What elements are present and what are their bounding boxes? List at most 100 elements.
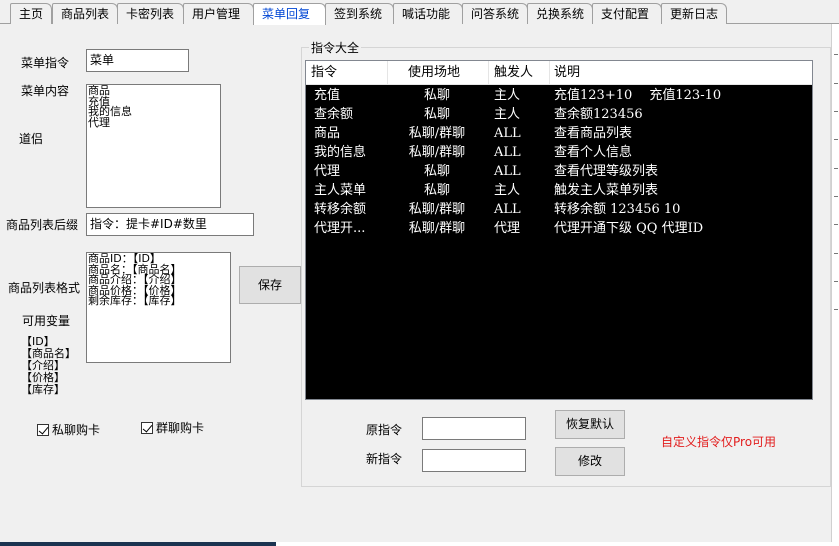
command-cell-who: ALL [494,126,521,141]
command-cell-cmd: 我的信息 [314,145,367,160]
command-cell-cmd: 转移余额 [314,202,367,217]
modify-button[interactable]: 修改 [555,447,625,476]
edge-mark [834,139,838,140]
command-cell-place: 私聊/群聊 [408,202,466,217]
command-row[interactable]: 代理开... 私聊/群聊 代理 代理开通下级 QQ 代理ID [306,219,812,238]
edge-mark [834,168,838,169]
command-row[interactable]: 代理 私聊 ALL 查看代理等级列表 [306,162,812,181]
tab-6[interactable]: 喊话功能 [393,3,463,24]
restore-default-button[interactable]: 恢复默认 [555,410,625,439]
edge-mark [834,111,838,112]
edge-mark [834,196,838,197]
command-cell-cmd: 代理开... [314,221,366,236]
commands-groupbox-title: 指令大全 [309,39,362,56]
menu-command-label: 菜单指令 [21,56,70,70]
edge-mark [834,253,838,254]
tab-3[interactable]: 用户管理 [183,3,254,24]
command-cell-place: 私聊/群聊 [408,145,466,160]
menu-content-textarea[interactable]: 商品 充值 我的信息 代理 [86,84,221,208]
command-cell-cmd: 商品 [314,126,341,141]
command-cell-place: 私聊 [423,183,451,198]
note-label: 道侣 [19,132,44,146]
command-cell-cmd: 代理 [314,164,341,179]
taskbar-edge [0,542,276,546]
command-row[interactable]: 转移余额 私聊/群聊 ALL 转移余额 123456 10 [306,200,812,219]
listview-header: 指令 使用场地 触发人 说明 [306,61,812,85]
command-row[interactable]: 查余额 私聊 主人 查余额123456 [306,105,812,124]
command-cell-cmd: 查余额 [314,107,354,122]
product-list-format-label: 商品列表格式 [8,281,81,295]
tab-2[interactable]: 卡密列表 [117,3,184,24]
command-cell-desc: 查看个人信息 [554,145,633,160]
checkbox-check-icon [141,422,153,434]
command-cell-desc: 查看代理等级列表 [554,164,659,179]
column-header-trigger[interactable]: 触发人 [489,61,550,85]
column-header-command[interactable]: 指令 [306,61,388,85]
edge-mark [834,83,838,84]
pro-only-notice: 自定义指令仅Pro可用 [661,435,777,449]
column-header-description[interactable]: 说明 [550,61,812,85]
command-cell-place: 私聊 [423,164,451,179]
original-command-input[interactable] [422,417,526,440]
menu-command-input[interactable]: 菜单 [86,49,189,72]
command-cell-who: 主人 [494,107,521,122]
command-row[interactable]: 主人菜单 私聊 主人 触发主人菜单列表 [306,181,812,200]
new-command-label: 新指令 [366,452,403,466]
group-buy-checkbox[interactable]: 群聊购卡 [141,419,204,436]
save-button[interactable]: 保存 [239,266,301,304]
tab-10[interactable]: 更新日志 [661,3,727,24]
private-buy-checkbox[interactable]: 私聊购卡 [37,421,100,438]
command-cell-place: 私聊 [423,88,451,103]
tab-8[interactable]: 兑换系统 [527,3,593,24]
tab-bar: 主页 商品列表 卡密列表 用户管理 菜单回复 签到系统 喊话功能 问答系统 兑换系统 支付配置 更新… [0,0,839,25]
tab-1[interactable]: 商品列表 [52,3,118,24]
command-cell-cmd: 主人菜单 [314,183,367,198]
command-cell-place: 私聊/群聊 [408,221,466,236]
product-list-suffix-input[interactable]: 指令：提卡#ID#数里 [86,213,254,236]
window-edge-strip [831,24,839,542]
command-cell-who: 主人 [494,88,521,103]
edge-mark [834,224,838,225]
command-cell-who: 主人 [494,183,521,198]
listview-rows: 充值 私聊 主人 充值123+10 充值123-10 查余额 私聊 主人 查余额123456 商… [306,86,812,238]
edge-mark [834,54,838,55]
variable-item: 【库存】 [21,383,65,396]
command-cell-desc: 查余额123456 [554,107,643,122]
column-header-place[interactable]: 使用场地 [388,61,489,85]
command-cell-place: 私聊 [423,107,451,122]
variables-list: 【ID】 【商品名】 【介绍】 【价格】 【库存】 [21,336,76,396]
menu-content-line: 代理 [88,115,110,129]
command-cell-cmd: 充值 [314,88,341,103]
checkbox-check-icon [37,424,49,436]
commands-listview[interactable]: 指令 使用场地 触发人 说明 充值 私聊 主人 充值123+10 充值123-10 查余… [305,60,813,400]
tab-9[interactable]: 支付配置 [592,3,662,24]
tab-4[interactable]: 菜单回复 [253,3,326,25]
tab-7[interactable]: 问答系统 [462,3,528,24]
command-cell-desc: 查看商品列表 [554,126,633,141]
private-buy-label: 私聊购卡 [52,423,101,437]
format-line: 剩余库存：【库存】 [88,294,182,307]
command-row[interactable]: 我的信息 私聊/群聊 ALL 查看个人信息 [306,143,812,162]
command-row[interactable]: 商品 私聊/群聊 ALL 查看商品列表 [306,124,812,143]
edge-mark [834,309,838,310]
command-cell-who: ALL [494,164,521,179]
command-row[interactable]: 充值 私聊 主人 充值123+10 充值123-10 [306,86,812,105]
edge-mark [834,281,838,282]
command-cell-desc: 转移余额 123456 10 [554,202,681,217]
command-cell-desc: 触发主人菜单列表 [554,183,659,198]
group-buy-label: 群聊购卡 [156,421,205,435]
command-cell-who: 代理 [494,221,521,236]
command-cell-who: ALL [494,145,521,160]
available-variables-label: 可用变量 [22,314,71,328]
new-command-input[interactable] [422,449,526,472]
menu-content-label: 菜单内容 [21,84,70,98]
tab-5[interactable]: 签到系统 [325,3,394,24]
product-list-suffix-label: 商品列表后缀 [6,218,79,232]
command-cell-who: ALL [494,202,521,217]
command-cell-desc: 代理开通下级 QQ 代理ID [554,221,704,236]
product-list-format-textarea[interactable]: 商品ID：【ID】 商品名：【商品名】 商品介绍：【介绍】 商品价格：【价格】 剩余库存… [86,252,231,363]
tab-0[interactable]: 主页 [10,3,52,24]
original-command-label: 原指令 [366,423,403,437]
command-cell-desc: 充值123+10 充值123-10 [554,88,722,103]
menu-reply-panel: 菜单指令 菜单 菜单内容 商品 充值 我的信息 代理 道侣 商品列表后缀 指令：提卡#… [0,24,839,542]
